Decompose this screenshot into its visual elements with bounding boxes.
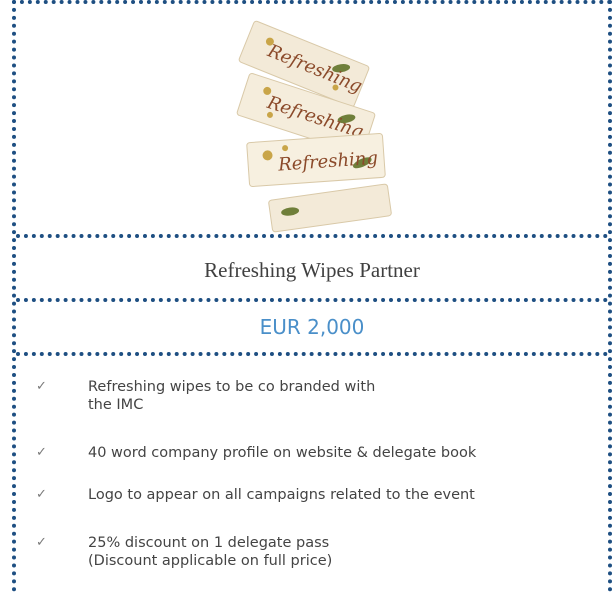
- product-title: Refreshing Wipes Partner: [204, 258, 420, 282]
- divider-bottom: [16, 352, 608, 356]
- check-icon: ✓: [36, 487, 47, 502]
- check-icon: ✓: [36, 445, 47, 460]
- feature-text: 40 word company profile on website & del…: [88, 445, 477, 461]
- partner-card: Refreshing Refreshing Refreshing Refresh…: [12, 0, 612, 592]
- price-label: EUR 2,000: [259, 315, 365, 339]
- feature-text: Refreshing wipes to be co branded with: [88, 379, 376, 395]
- check-icon: ✓: [36, 379, 47, 394]
- feature-text: (Discount applicable on full price): [88, 553, 333, 569]
- product-image: Refreshing Refreshing Refreshing: [16, 4, 608, 234]
- wipes-illustration: Refreshing Refreshing Refreshing: [236, 20, 392, 233]
- divider-top: [16, 234, 608, 238]
- feature-text: the IMC: [88, 397, 144, 413]
- feature-text: 25% discount on 1 delegate pass: [88, 535, 330, 551]
- feature-text: Logo to appear on all campaigns related …: [88, 487, 475, 503]
- check-icon: ✓: [36, 535, 47, 550]
